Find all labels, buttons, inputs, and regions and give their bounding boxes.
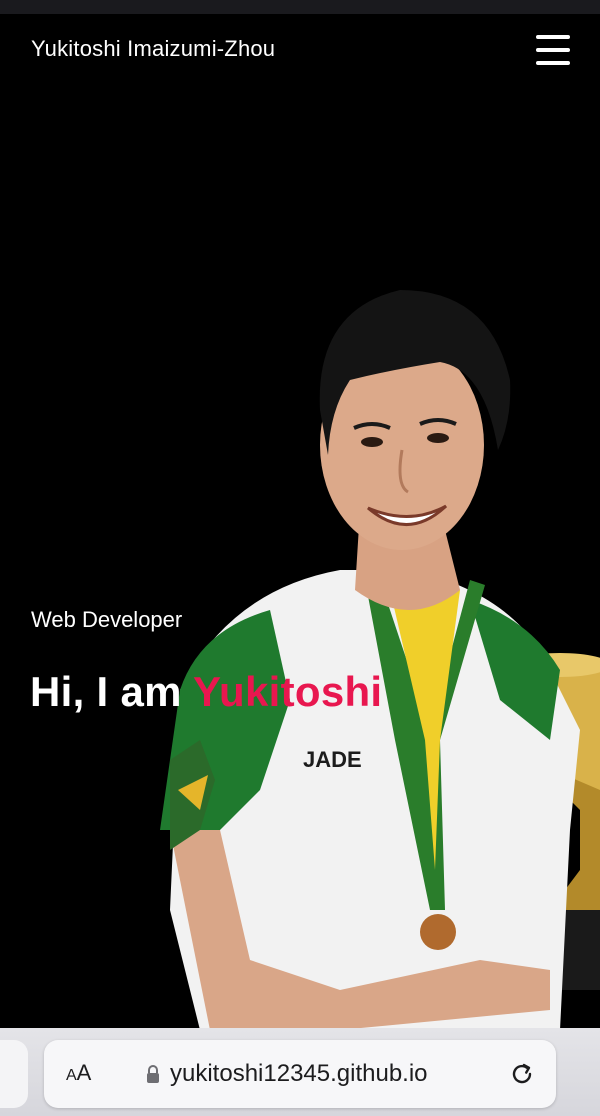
profile-portrait-image: JADE (160, 290, 600, 1030)
hero-heading: Hi, I am Yukitoshi (30, 668, 382, 716)
previous-tab-edge[interactable] (0, 1040, 28, 1108)
hero-heading-name: Yukitoshi (193, 668, 383, 715)
status-strip (0, 0, 600, 14)
shirt-logo-text: JADE (303, 747, 362, 772)
site-title-link[interactable]: Yukitoshi Imaizumi-Zhou (31, 36, 275, 62)
hero-heading-prefix: Hi, I am (30, 668, 193, 715)
browser-address-bar: AA yukitoshi12345.github.io (0, 1028, 600, 1116)
reload-icon[interactable] (508, 1060, 536, 1088)
url-text[interactable]: yukitoshi12345.github.io (170, 1060, 428, 1088)
site-header: Yukitoshi Imaizumi-Zhou (0, 14, 600, 86)
page: Yukitoshi Imaizumi-Zhou JADE Web Develop… (0, 0, 600, 1116)
text-size-button[interactable]: AA (66, 1060, 91, 1086)
address-field[interactable]: AA yukitoshi12345.github.io (44, 1040, 556, 1108)
hero-subtitle: Web Developer (31, 607, 183, 632)
hamburger-menu-icon[interactable] (534, 32, 572, 68)
lock-icon (147, 1065, 159, 1083)
